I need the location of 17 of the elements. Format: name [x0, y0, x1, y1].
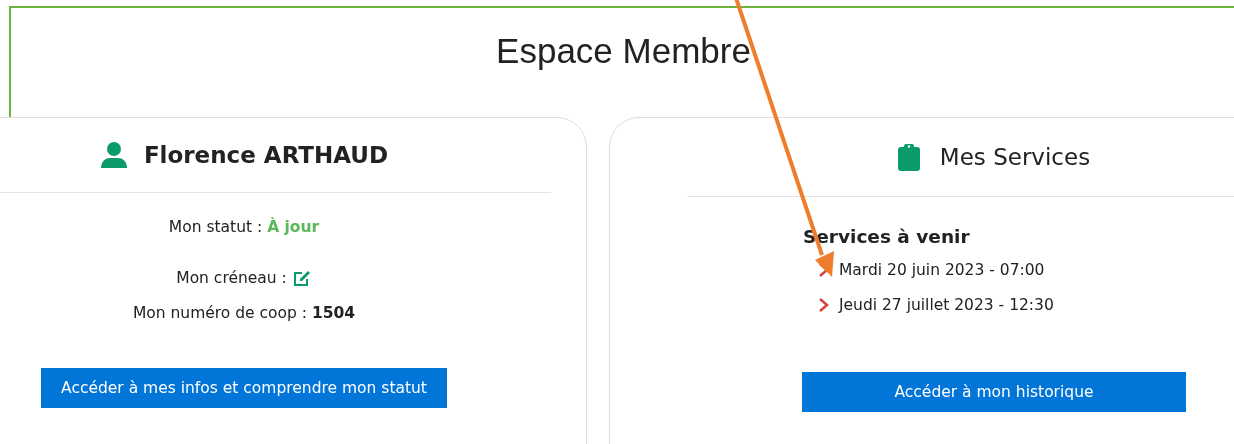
coop-number: 1504	[311, 304, 356, 322]
service-date: Jeudi 27 juillet 2023 - 12:30	[839, 296, 1054, 314]
page-title: Espace Membre	[495, 31, 752, 72]
chevron-icon	[819, 263, 829, 277]
coop-label: Mon numéro de coop :	[132, 304, 307, 322]
edit-icon[interactable]	[291, 269, 312, 287]
chevron-icon	[819, 298, 829, 312]
member-info-button[interactable]: Accéder à mes infos et comprendre mon statut	[41, 368, 447, 408]
service-date: Mardi 20 juin 2023 - 07:00	[839, 261, 1045, 279]
slot-label: Mon créneau :	[176, 269, 287, 287]
status-value: À jour	[267, 218, 320, 236]
member-name: Florence ARTHAUD	[143, 142, 389, 168]
clipboard-icon	[897, 143, 920, 171]
status-label: Mon statut :	[168, 218, 263, 236]
user-icon	[99, 141, 128, 169]
history-button[interactable]: Accéder à mon historique	[802, 372, 1186, 412]
services-title: Mes Services	[939, 144, 1091, 170]
